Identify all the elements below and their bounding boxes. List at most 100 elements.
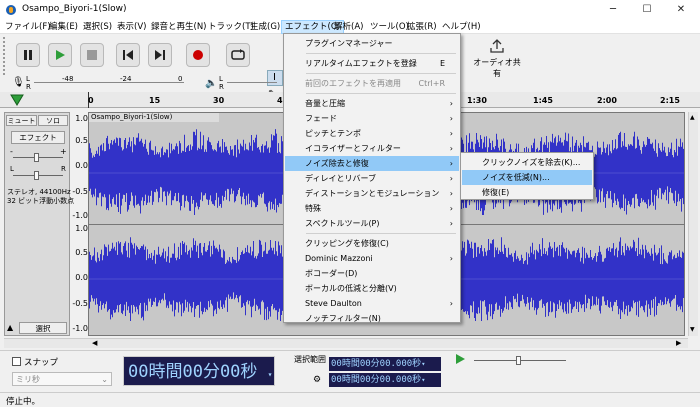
- chevron-right-icon: ›: [449, 159, 453, 168]
- effect-menu-item[interactable]: ボコーダー(D): [285, 266, 459, 281]
- chevron-right-icon: ›: [449, 219, 453, 228]
- menu-select[interactable]: 選択(S): [80, 20, 115, 34]
- scale-label: -1.0: [72, 211, 88, 220]
- pan-slider-thumb[interactable]: [34, 171, 39, 180]
- play-icon: [56, 50, 65, 60]
- microphone-icon[interactable]: 🎙: [12, 77, 25, 88]
- record-icon: [193, 50, 203, 60]
- scale-label: 0.5: [75, 136, 88, 145]
- effect-menu-item[interactable]: Dominic Mazzoni ›: [285, 251, 459, 266]
- effect-menu-item[interactable]: スペクトルツール(P) ›: [285, 216, 459, 231]
- skip-end-button[interactable]: [148, 43, 172, 67]
- vertical-scrollbar[interactable]: ▲ ▼: [688, 112, 698, 336]
- effect-menu-item[interactable]: Steve Daulton ›: [285, 296, 459, 311]
- mute-button[interactable]: ミュート: [6, 115, 37, 126]
- skip-start-button[interactable]: [116, 43, 140, 67]
- status-text: 停止中。: [6, 397, 41, 407]
- noise-submenu-item[interactable]: クリックノイズを除去(K)...: [462, 155, 592, 170]
- effect-menu-item[interactable]: ノイズ除去と修復 ›: [285, 156, 459, 171]
- effect-menu-item[interactable]: プラグインマネージャー: [285, 36, 459, 51]
- gear-icon[interactable]: ⚙: [313, 375, 321, 385]
- menu-item-shortcut: Ctrl+R: [418, 79, 446, 88]
- pause-button[interactable]: [16, 43, 40, 67]
- record-meter[interactable]: [34, 82, 184, 83]
- effect-menu-item[interactable]: 音量と圧縮 ›: [285, 96, 459, 111]
- record-button[interactable]: [186, 43, 210, 67]
- share-audio-button[interactable]: オーディオ共有: [473, 37, 521, 78]
- snap-checkbox[interactable]: [12, 357, 21, 366]
- noise-submenu-item[interactable]: ノイズを低減(N)...: [462, 170, 592, 185]
- scale-label: 0.0: [75, 161, 88, 170]
- selection-tool[interactable]: I: [267, 70, 283, 86]
- loop-button[interactable]: [226, 43, 250, 67]
- scroll-left-icon[interactable]: ◀: [92, 339, 97, 347]
- play-button[interactable]: [48, 43, 72, 67]
- play-icon: [456, 354, 465, 364]
- pan-left-label: L: [10, 165, 14, 173]
- scale-label: -0.5: [72, 299, 88, 308]
- menu-analyze[interactable]: 解析(A): [331, 20, 366, 34]
- play-speed-thumb[interactable]: [516, 356, 521, 365]
- gain-minus-label: -: [10, 147, 13, 156]
- menu-transport[interactable]: 録音と再生(N): [148, 20, 210, 34]
- menu-extra[interactable]: 拡張(R): [404, 20, 440, 34]
- audio-position-display[interactable]: 00時間00分00秒 ▾: [123, 356, 275, 386]
- speaker-icon[interactable]: 🔈: [205, 78, 217, 89]
- menu-view[interactable]: 表示(V): [114, 20, 149, 34]
- collapse-icon[interactable]: ▲: [7, 323, 13, 332]
- pin-head-icon[interactable]: [10, 94, 24, 106]
- play-at-speed-button[interactable]: [455, 354, 465, 364]
- clip-name[interactable]: Osampo_Biyori-1(Slow): [89, 113, 219, 122]
- selection-end-field[interactable]: 00時間00分00.000秒▾: [329, 373, 441, 387]
- meter-tick: -24: [120, 75, 132, 83]
- ruler-tick: 0: [88, 96, 94, 105]
- stop-button[interactable]: [80, 43, 104, 67]
- maximize-button[interactable]: ☐: [630, 0, 664, 20]
- menu-help[interactable]: ヘルプ(H): [439, 20, 484, 34]
- noise-submenu-item[interactable]: 修復(E): [462, 185, 592, 200]
- effect-menu-item[interactable]: ノッチフィルター(N): [285, 311, 459, 326]
- effect-menu-item[interactable]: ボーカルの低減と分離(V): [285, 281, 459, 296]
- toolbar-grip[interactable]: [3, 37, 7, 75]
- solo-button[interactable]: ソロ: [38, 115, 68, 126]
- effect-menu-item[interactable]: ディレイとリバーブ ›: [285, 171, 459, 186]
- minimize-button[interactable]: ─: [596, 0, 630, 20]
- chevron-right-icon: ›: [449, 254, 453, 263]
- effect-menu-item[interactable]: ピッチとテンポ ›: [285, 126, 459, 141]
- effect-menu-item[interactable]: フェード ›: [285, 111, 459, 126]
- effect-menu-item[interactable]: ディストーションとモジュレーション ›: [285, 186, 459, 201]
- effect-menu-item[interactable]: イコライザーとフィルター ›: [285, 141, 459, 156]
- effect-menu-item[interactable]: クリッピングを修復(C): [285, 236, 459, 251]
- chevron-right-icon: ›: [449, 114, 453, 123]
- window-title: Osampo_Biyori-1(Slow): [22, 4, 127, 14]
- effects-button[interactable]: エフェクト: [11, 131, 65, 144]
- close-button[interactable]: ✕: [664, 0, 698, 20]
- chevron-down-icon: ▾: [267, 370, 273, 379]
- menu-generate[interactable]: 生成(G): [247, 20, 283, 34]
- scroll-down-icon[interactable]: ▼: [690, 326, 695, 333]
- stop-icon: [87, 50, 97, 60]
- snap-unit-select[interactable]: ミリ秒 ⌄: [12, 372, 112, 386]
- meter-left-label: L: [26, 75, 30, 83]
- effect-menu-item[interactable]: リアルタイムエフェクトを登録 E: [285, 56, 459, 71]
- track-bitdepth-info: 32 ビット浮動小数点: [7, 197, 75, 205]
- selection-start-field[interactable]: 00時間00分00.000秒▾: [329, 357, 441, 371]
- selection-end-value: 00時間00分00.000秒: [331, 375, 422, 385]
- scroll-up-icon[interactable]: ▲: [690, 114, 695, 121]
- gain-slider-thumb[interactable]: [34, 153, 39, 162]
- horizontal-scrollbar[interactable]: ◀ ▶: [4, 338, 688, 348]
- select-track-button[interactable]: 選択: [19, 322, 67, 334]
- loop-icon: [231, 49, 245, 60]
- ruler-tick: 2:15: [660, 96, 680, 105]
- chevron-down-icon: ▾: [421, 360, 426, 368]
- menu-item-label: リアルタイムエフェクトを登録: [305, 59, 417, 68]
- title-bar: Osampo_Biyori-1(Slow) ─ ☐ ✕: [0, 0, 700, 20]
- effect-menu-item[interactable]: 特殊 ›: [285, 201, 459, 216]
- share-icon: [490, 39, 504, 53]
- menu-item-label: Dominic Mazzoni: [305, 254, 373, 263]
- scale-label: 1.0: [75, 224, 88, 233]
- playback-meter[interactable]: [227, 82, 277, 83]
- status-bar: 停止中。: [0, 392, 700, 407]
- menu-edit[interactable]: 編集(E): [46, 20, 81, 34]
- scroll-right-icon[interactable]: ▶: [676, 339, 681, 347]
